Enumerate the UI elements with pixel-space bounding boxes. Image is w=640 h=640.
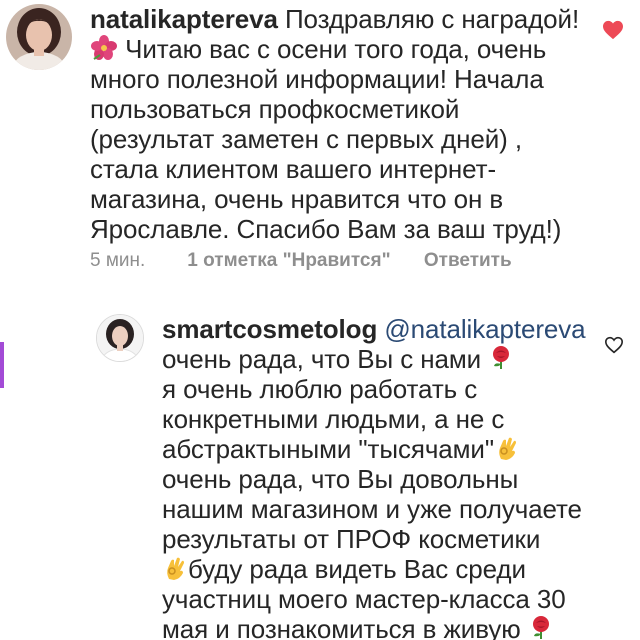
- ok-hand-emoji: [163, 555, 187, 581]
- scroll-edge-marker: [0, 342, 4, 388]
- reply-line-text: конкретными людьми, а не с: [162, 404, 505, 434]
- comment-meta: 5 мин. 1 отметка "Нравится" Ответить: [90, 246, 512, 276]
- comments-screen: natalikaptereva Поздравляю с наградой! Ч…: [0, 0, 640, 640]
- avatar[interactable]: [96, 314, 144, 362]
- reply-line-text: мая и познакомиться в живую: [162, 614, 521, 640]
- ok-hand-emoji: [495, 435, 519, 461]
- reply-body: smartcosmetolog @natalikaptereva очень р…: [162, 314, 586, 640]
- comment-line-text: Читаю вас с осени того года, очень: [125, 34, 547, 64]
- likes-count-link[interactable]: 1 отметка "Нравится": [187, 246, 390, 276]
- reply-line-text: абстрактыными "тысячами": [162, 434, 494, 464]
- reply-line: мая и познакомиться в живую: [162, 614, 586, 640]
- comment-line: natalikaptereva Поздравляю с наградой!: [90, 4, 579, 34]
- reply-line-text: очень рада, что Вы с нами: [162, 344, 482, 374]
- reply-line-text: буду рада видеть Вас среди: [188, 554, 526, 584]
- comment-line-text: стала клиентом вашего интернет-: [90, 154, 497, 184]
- comment-line-text: много полезной информации! Начала: [90, 64, 544, 94]
- comment-body: natalikaptereva Поздравляю с наградой! Ч…: [90, 4, 579, 244]
- comment-line-text: Поздравляю с наградой!: [284, 4, 580, 34]
- reply-line-text: нашим магазином и уже получаете: [162, 494, 582, 524]
- reply-line: буду рада видеть Вас среди: [162, 554, 586, 584]
- reply-line: абстрактыными "тысячами": [162, 434, 586, 464]
- rose-emoji: [529, 615, 553, 640]
- comment-username[interactable]: natalikaptereva: [90, 4, 278, 34]
- rose-emoji: [489, 345, 513, 371]
- comment-line-text: (результат заметен с первых дней) ,: [90, 124, 522, 154]
- reply-line: очень рада, что Вы с нами: [162, 344, 586, 374]
- reply-button[interactable]: Ответить: [424, 246, 512, 276]
- comment-timestamp: 5 мин.: [90, 250, 146, 271]
- heart-outline-icon[interactable]: [604, 336, 624, 354]
- avatar[interactable]: [6, 4, 72, 70]
- mention-link[interactable]: @natalikaptereva: [384, 314, 585, 344]
- heart-filled-icon[interactable]: [602, 20, 624, 40]
- reply-line-text: я очень люблю работать с: [162, 374, 478, 404]
- reply-line-text: участниц моего мастер-класса 30: [162, 584, 566, 614]
- comment-line-text: Ярославле. Спасибо Вам за ваш труд!): [90, 214, 562, 244]
- reply-username[interactable]: smartcosmetolog: [162, 314, 377, 344]
- comment-line-text: пользоваться профкосметикой: [90, 94, 460, 124]
- hibiscus-emoji: [91, 35, 117, 61]
- reply-line-text: результаты от ПРОФ косметики: [162, 524, 541, 554]
- comment-line-text: магазина, очень нравится что он в: [90, 184, 504, 214]
- comment-line: Читаю вас с осени того года, очень: [90, 34, 579, 64]
- reply-line-text: очень рада, что Вы довольны: [162, 464, 519, 494]
- reply-line: smartcosmetolog @natalikaptereva: [162, 314, 586, 344]
